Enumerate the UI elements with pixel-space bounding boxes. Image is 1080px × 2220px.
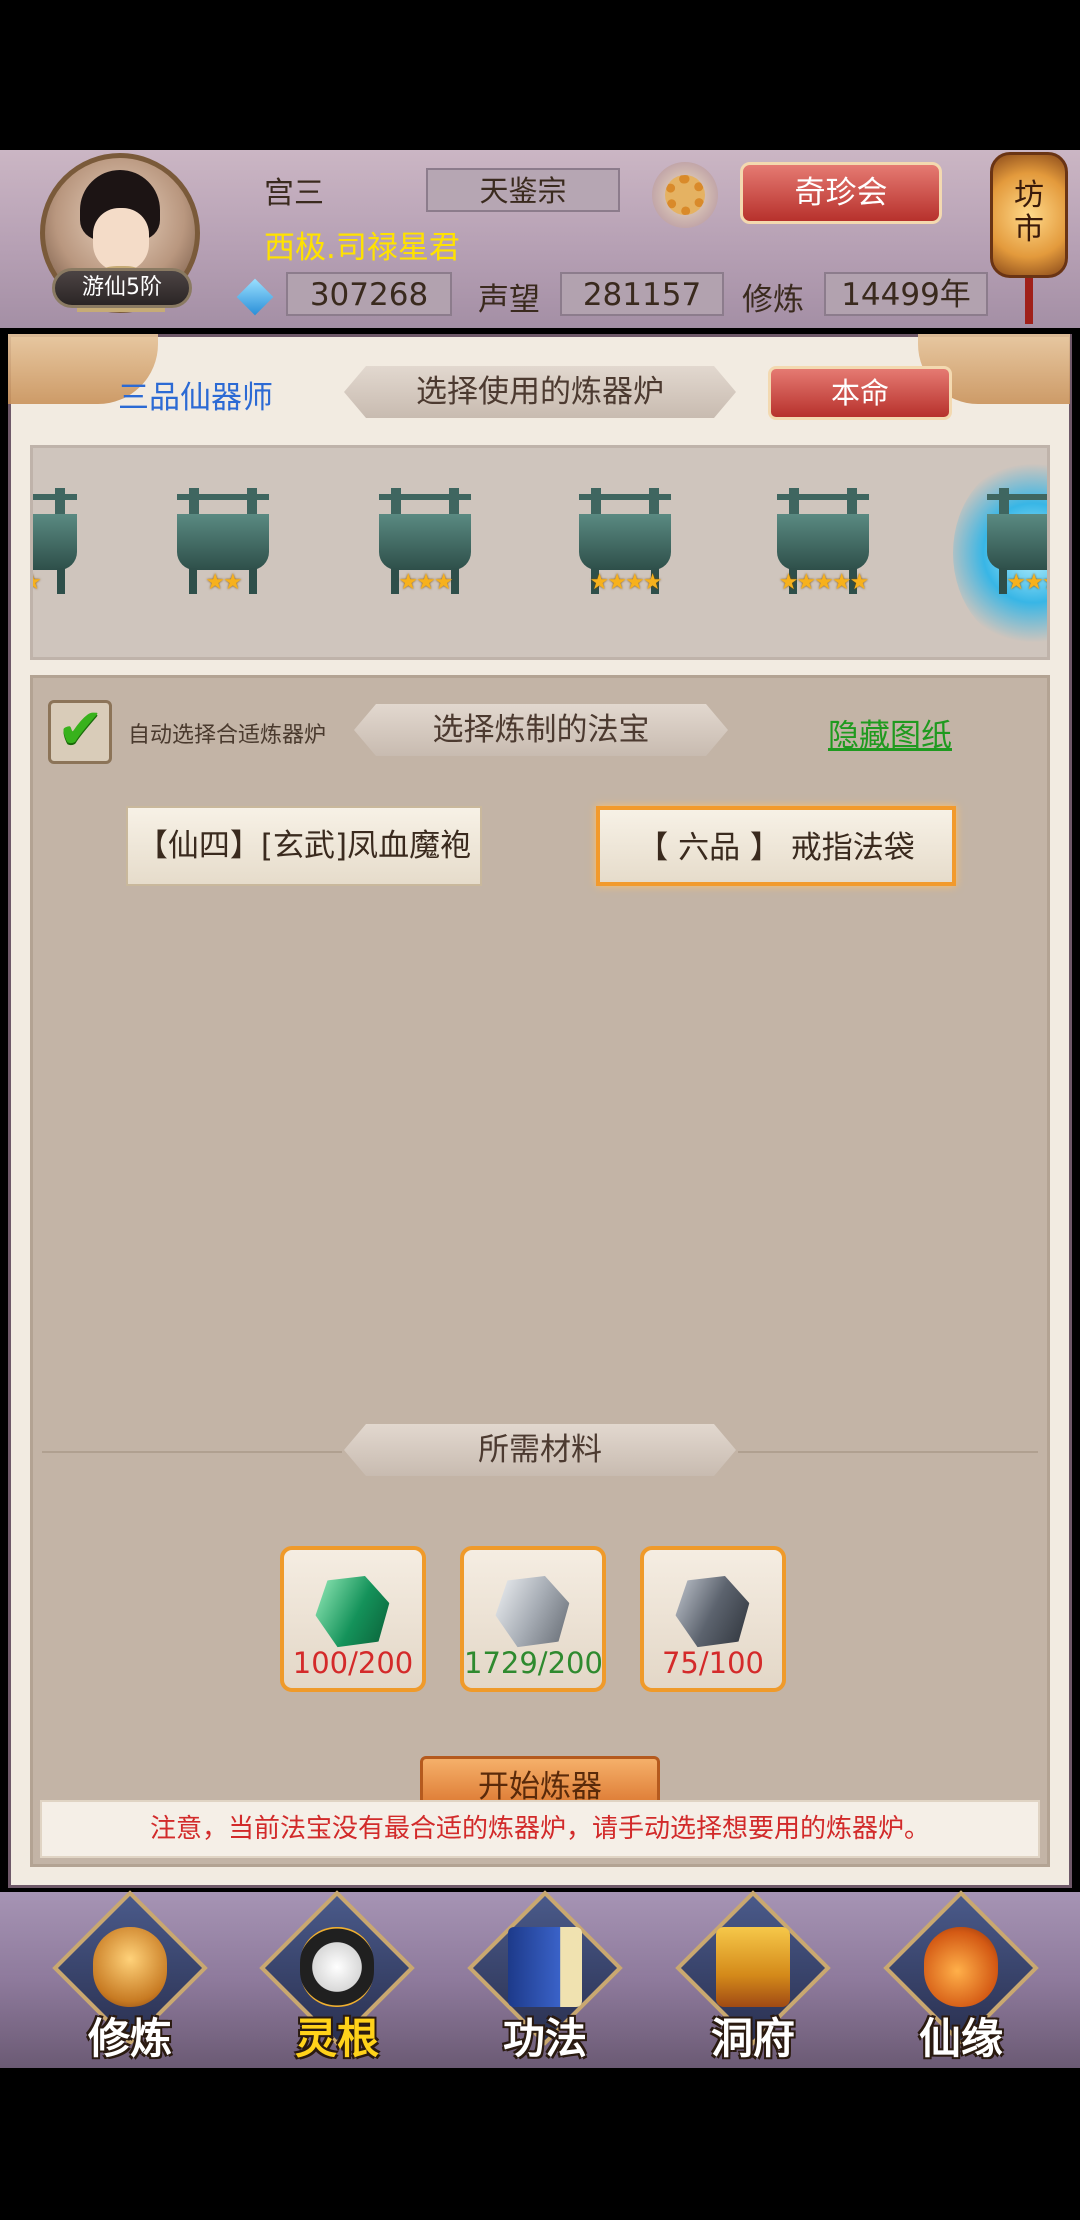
dark-ore-icon bbox=[666, 1564, 759, 1657]
furnace-item[interactable]: ★★★★ bbox=[565, 488, 685, 618]
furnace-item[interactable]: ★★ bbox=[163, 488, 283, 618]
nav-label-active: 灵根 bbox=[294, 2014, 379, 2063]
cultivation-icon bbox=[93, 1927, 167, 2007]
material-count: 1729/200 bbox=[464, 1646, 603, 1680]
material-slot[interactable]: 100/200 bbox=[280, 1546, 426, 1692]
recipe-section-title: 选择炼制的法宝 bbox=[354, 704, 728, 756]
auto-select-label: 自动选择合适炼器炉 bbox=[128, 723, 327, 748]
player-title: 西极.司禄星君 bbox=[264, 230, 460, 266]
market-lantern-label: 坊市 bbox=[1014, 178, 1044, 247]
furnace-section-title: 选择使用的炼器炉 bbox=[344, 366, 736, 418]
nav-spirit-root[interactable]: 灵根 bbox=[259, 1890, 415, 2065]
qizhen-button[interactable]: 奇珍会 bbox=[740, 162, 942, 224]
furnace-stars: ★★ bbox=[205, 570, 242, 595]
green-gem-icon bbox=[306, 1564, 399, 1657]
gear-icon bbox=[665, 175, 705, 215]
nav-label: 修炼 bbox=[87, 2014, 172, 2063]
nav-technique[interactable]: 功法 bbox=[467, 1890, 623, 2065]
silver-ore-icon bbox=[486, 1564, 579, 1657]
reputation-value: 281157 bbox=[560, 272, 724, 316]
furnace-carousel[interactable]: ★ ★★ ★★★ ★★★★ ★★★★★ ★★★ bbox=[30, 445, 1050, 660]
furnace-stars: ★★★ bbox=[1006, 570, 1047, 595]
divider-line bbox=[42, 1451, 342, 1453]
divider-line bbox=[738, 1451, 1038, 1453]
material-count: 75/100 bbox=[661, 1646, 765, 1680]
nav-label: 洞府 bbox=[710, 2014, 795, 2063]
furnace-item[interactable]: ★★★★★ bbox=[763, 488, 883, 618]
spirit-stone-count: 307268 bbox=[286, 272, 452, 316]
material-count: 100/200 bbox=[292, 1646, 414, 1680]
settings-button[interactable] bbox=[652, 162, 718, 228]
furnace-item-selected[interactable]: ★★★ bbox=[973, 488, 1047, 618]
reputation-label: 声望 bbox=[478, 282, 540, 318]
auto-select-checkbox[interactable]: ✔ bbox=[48, 697, 112, 764]
benming-button[interactable]: 本命 bbox=[768, 366, 952, 420]
furnace-item[interactable]: ★ bbox=[33, 488, 91, 618]
furnace-item[interactable]: ★★★ bbox=[365, 488, 485, 618]
warning-notice: 注意，当前法宝没有最合适的炼器炉，请手动选择想要用的炼器炉。 bbox=[40, 1800, 1040, 1858]
checkmark-icon: ✔ bbox=[57, 697, 104, 762]
recipe-option[interactable]: 【仙四】[玄武]凤血魔袍 bbox=[126, 806, 482, 886]
nav-label: 仙缘 bbox=[918, 2014, 1003, 2063]
crafter-level: 三品仙器师 bbox=[118, 380, 273, 416]
sect-name: 天鉴宗 bbox=[426, 168, 620, 212]
rank-badge: 游仙5阶 bbox=[52, 268, 192, 308]
furnace-stars: ★★★★★ bbox=[778, 570, 870, 595]
cultivation-value: 14499年 bbox=[824, 272, 988, 316]
nav-immortal-fate[interactable]: 仙缘 bbox=[883, 1890, 1039, 2065]
furnace-stars: ★★★ bbox=[398, 570, 453, 595]
nav-label: 功法 bbox=[502, 2014, 587, 2063]
market-lantern-button[interactable]: 坊市 bbox=[990, 152, 1068, 278]
immortal-fate-icon bbox=[924, 1927, 998, 2007]
furnace-stars: ★ bbox=[33, 570, 91, 595]
material-slot[interactable]: 1729/200 bbox=[460, 1546, 606, 1692]
hide-blueprints-link[interactable]: 隐藏图纸 bbox=[828, 710, 952, 755]
materials-section-title: 所需材料 bbox=[344, 1424, 736, 1476]
cultivation-label: 修炼 bbox=[742, 282, 804, 318]
player-name: 宫三 bbox=[264, 176, 324, 211]
technique-book-icon bbox=[508, 1927, 582, 2007]
avatar-face bbox=[93, 208, 149, 272]
nav-cultivation[interactable]: 修炼 bbox=[52, 1890, 208, 2065]
nav-cave-abode[interactable]: 洞府 bbox=[675, 1890, 831, 2065]
furnace-stars: ★★★★ bbox=[589, 570, 663, 595]
material-slot[interactable]: 75/100 bbox=[640, 1546, 786, 1692]
cave-abode-icon bbox=[716, 1927, 790, 2007]
recipe-option-selected[interactable]: 【 六品 】 戒指法袋 bbox=[596, 806, 956, 886]
lantern-tassel-decoration bbox=[1025, 278, 1033, 324]
spirit-root-icon bbox=[300, 1927, 374, 2007]
